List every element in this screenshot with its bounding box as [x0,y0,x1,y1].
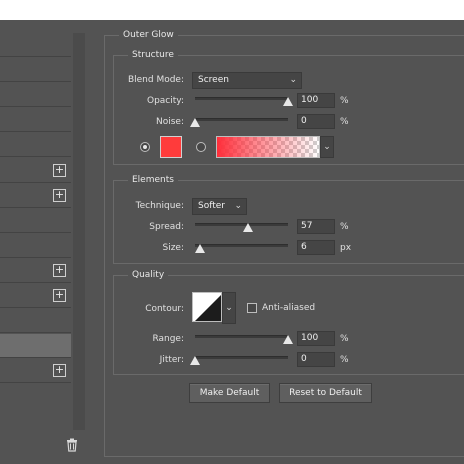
contour-dropdown[interactable]: ⌄ [222,292,236,324]
list-item[interactable] [0,234,71,258]
list-item[interactable]: + [0,284,71,308]
list-item-selected[interactable] [0,334,71,358]
make-default-button[interactable]: Make Default [189,383,270,403]
structure-title: Structure [128,50,178,60]
gradient-fill-radio[interactable] [196,142,206,152]
size-input[interactable]: 6 [297,240,335,255]
jitter-slider-thumb[interactable] [190,356,200,365]
chevron-down-icon: ⌄ [289,75,297,85]
panel-title: Outer Glow [119,30,178,40]
spread-label: Spread: [149,222,184,232]
style-list: + + + + + [0,33,71,430]
jitter-slider[interactable] [195,356,288,359]
list-item[interactable] [0,309,71,333]
range-label: Range: [152,334,184,344]
range-input[interactable]: 100 [297,331,335,346]
list-item[interactable]: + [0,184,71,208]
size-slider[interactable] [195,244,288,247]
top-strip [0,0,464,20]
list-item[interactable] [0,58,71,82]
plus-box-icon[interactable]: + [53,264,66,277]
chevron-down-icon: ⌄ [234,201,242,211]
jitter-label: Jitter: [159,355,184,365]
list-item[interactable] [0,209,71,233]
range-unit: % [340,334,349,344]
anti-aliased-checkbox[interactable] [247,303,257,313]
jitter-unit: % [340,355,349,365]
gradient-dropdown[interactable]: ⌄ [320,136,334,158]
opacity-label: Opacity: [147,96,184,106]
range-slider[interactable] [195,335,288,338]
opacity-unit: % [340,96,349,106]
list-item[interactable] [0,108,71,132]
opacity-input[interactable]: 100 [297,93,335,108]
plus-box-icon[interactable]: + [53,289,66,302]
chevron-down-icon: ⌄ [225,303,233,313]
list-item[interactable] [0,83,71,107]
list-item[interactable] [0,33,71,57]
color-fill-radio[interactable] [140,142,150,152]
trash-icon[interactable] [65,438,79,452]
spread-input[interactable]: 57 [297,219,335,234]
opacity-slider[interactable] [195,97,288,100]
glow-gradient-picker[interactable] [216,136,320,158]
jitter-input[interactable]: 0 [297,352,335,367]
range-slider-thumb[interactable] [283,335,293,344]
quality-title: Quality [128,270,169,280]
technique-label: Technique: [135,201,184,211]
plus-box-icon[interactable]: + [53,189,66,202]
noise-slider-thumb[interactable] [190,118,200,127]
list-scrollbar[interactable] [73,33,85,430]
contour-preview[interactable] [192,292,222,322]
technique-value: Softer [198,201,225,211]
list-item[interactable]: + [0,159,71,183]
reset-to-default-button[interactable]: Reset to Default [279,383,372,403]
blend-mode-select[interactable]: Screen ⌄ [192,72,302,89]
list-item[interactable]: + [0,359,71,383]
blend-mode-value: Screen [198,75,229,85]
size-label: Size: [162,243,184,253]
list-item[interactable]: + [0,259,71,283]
glow-color-swatch[interactable] [160,136,182,158]
spread-slider[interactable] [195,223,288,226]
spread-unit: % [340,222,349,232]
list-item[interactable] [0,133,71,157]
contour-label: Contour: [145,304,184,314]
anti-aliased-label: Anti-aliased [262,303,316,313]
spread-slider-thumb[interactable] [243,223,253,232]
plus-box-icon[interactable]: + [53,164,66,177]
plus-box-icon[interactable]: + [53,364,66,377]
noise-input[interactable]: 0 [297,114,335,129]
noise-label: Noise: [156,117,184,127]
technique-select[interactable]: Softer ⌄ [192,198,247,215]
chevron-down-icon: ⌄ [323,142,331,152]
size-unit: px [340,243,352,253]
blend-mode-label: Blend Mode: [127,75,184,85]
elements-title: Elements [128,175,178,185]
size-slider-thumb[interactable] [195,244,205,253]
opacity-slider-thumb[interactable] [283,97,293,106]
noise-slider[interactable] [195,118,288,121]
noise-unit: % [340,117,349,127]
